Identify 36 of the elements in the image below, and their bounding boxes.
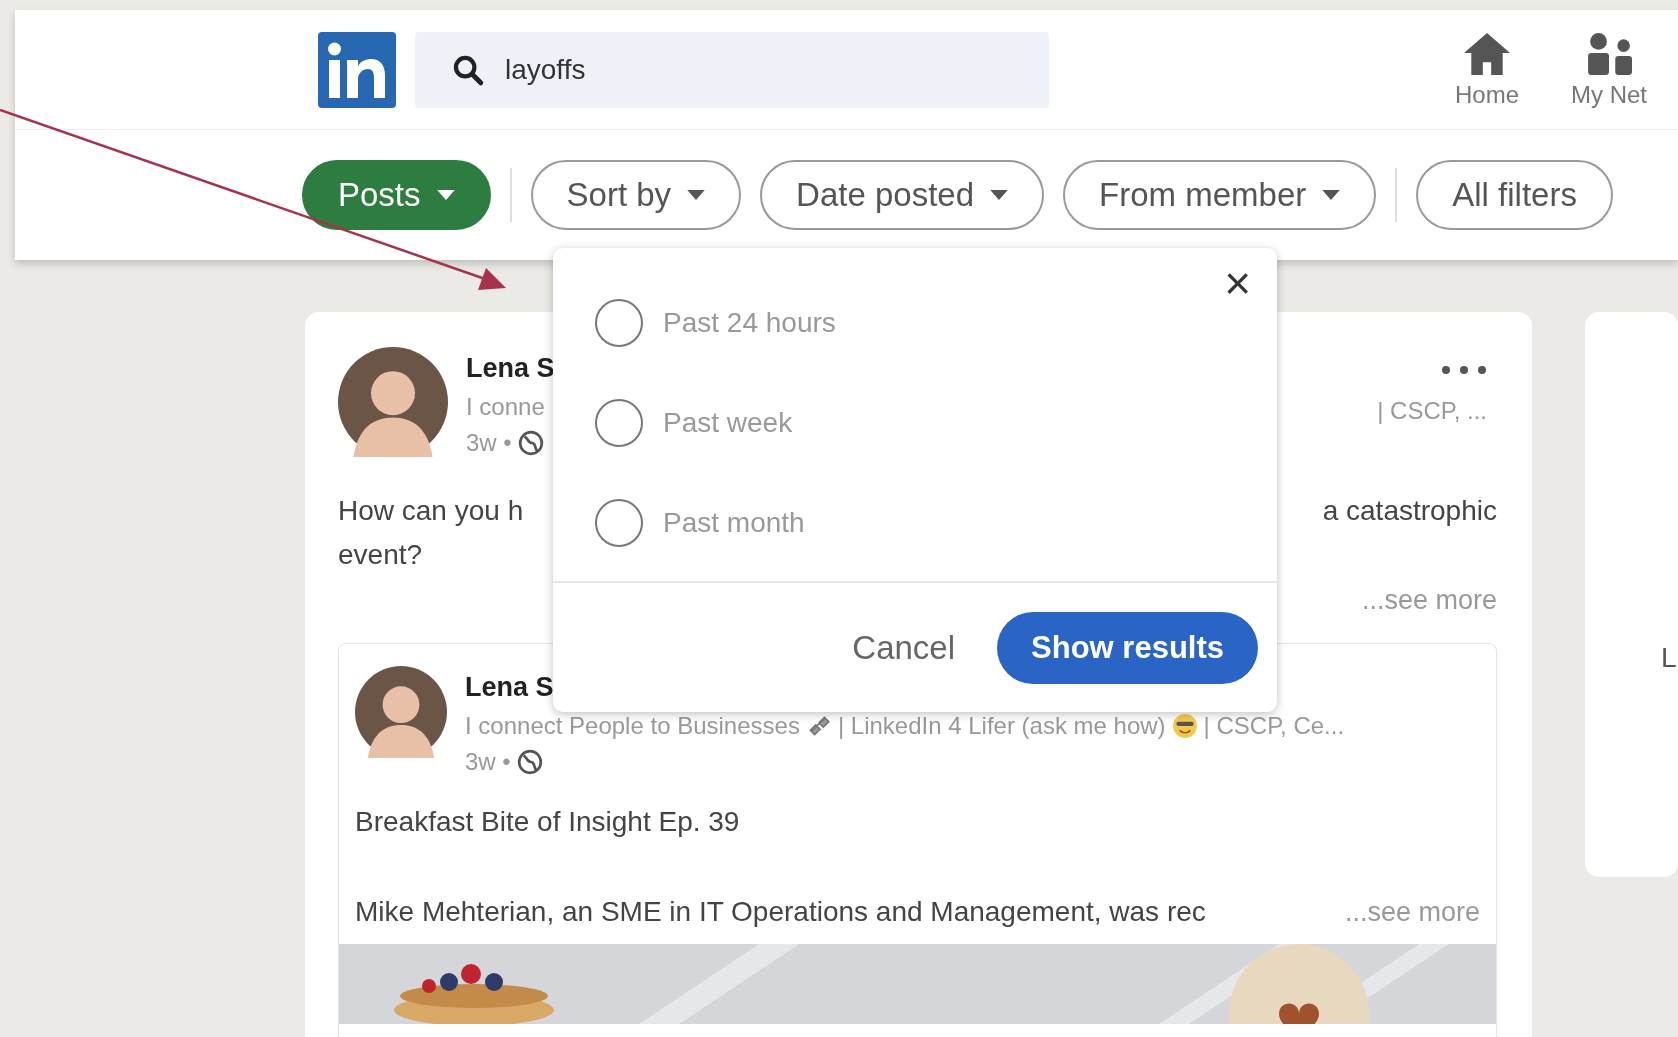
side-card-text: L bbox=[1661, 642, 1677, 673]
radio-button[interactable] bbox=[595, 299, 643, 347]
filter-pill[interactable]: All filters bbox=[1416, 160, 1613, 230]
post-time: 3w • bbox=[466, 429, 512, 457]
search-field[interactable]: layoffs bbox=[415, 31, 1049, 108]
post-text: How can you h bbox=[338, 494, 524, 528]
avatar-icon bbox=[355, 666, 447, 758]
close-button[interactable]: × bbox=[1218, 260, 1257, 306]
author-headline: | LinkedIn 4 Lifer (ask me how) bbox=[837, 711, 1166, 741]
post-text: Breakfast Bite of Insight Ep. 39 bbox=[355, 805, 740, 839]
filter-pill[interactable]: From member bbox=[1063, 160, 1377, 230]
filter-pill[interactable]: Sort by bbox=[530, 160, 742, 230]
author-headline: I conne bbox=[466, 392, 545, 422]
filter-pill[interactable]: Posts bbox=[302, 160, 491, 230]
avatar-icon bbox=[338, 347, 448, 457]
more-icon[interactable] bbox=[1441, 365, 1487, 375]
post-text: Mike Mehterian, an SME in IT Operations and Management, was rec bbox=[355, 895, 1206, 929]
logo-icon[interactable] bbox=[318, 31, 396, 108]
filter-pill[interactable]: Date posted bbox=[760, 160, 1045, 230]
author-headline: | CSCP, Ce... bbox=[1203, 711, 1345, 741]
author-name[interactable]: Lena S bbox=[466, 347, 555, 389]
author-headline: I connect People to Businesses bbox=[465, 711, 800, 741]
post-time: 3w • bbox=[465, 748, 511, 776]
post-text: event? bbox=[338, 538, 423, 572]
nav-item[interactable]: Home bbox=[1455, 30, 1520, 109]
globe-icon bbox=[516, 749, 543, 775]
globe-icon bbox=[517, 430, 544, 456]
author-headline: | CSCP, ... bbox=[1377, 396, 1487, 426]
show-results-button[interactable]: Show results bbox=[997, 612, 1258, 684]
cancel-button[interactable]: Cancel bbox=[844, 625, 964, 671]
smiley-icon bbox=[1171, 713, 1198, 739]
author-name[interactable]: Lena S bbox=[465, 666, 554, 708]
radio-button[interactable] bbox=[595, 399, 643, 447]
radio-button[interactable] bbox=[595, 499, 643, 547]
post-text: a catastrophic bbox=[1322, 494, 1497, 528]
nav-item[interactable]: My Net bbox=[1571, 30, 1648, 109]
